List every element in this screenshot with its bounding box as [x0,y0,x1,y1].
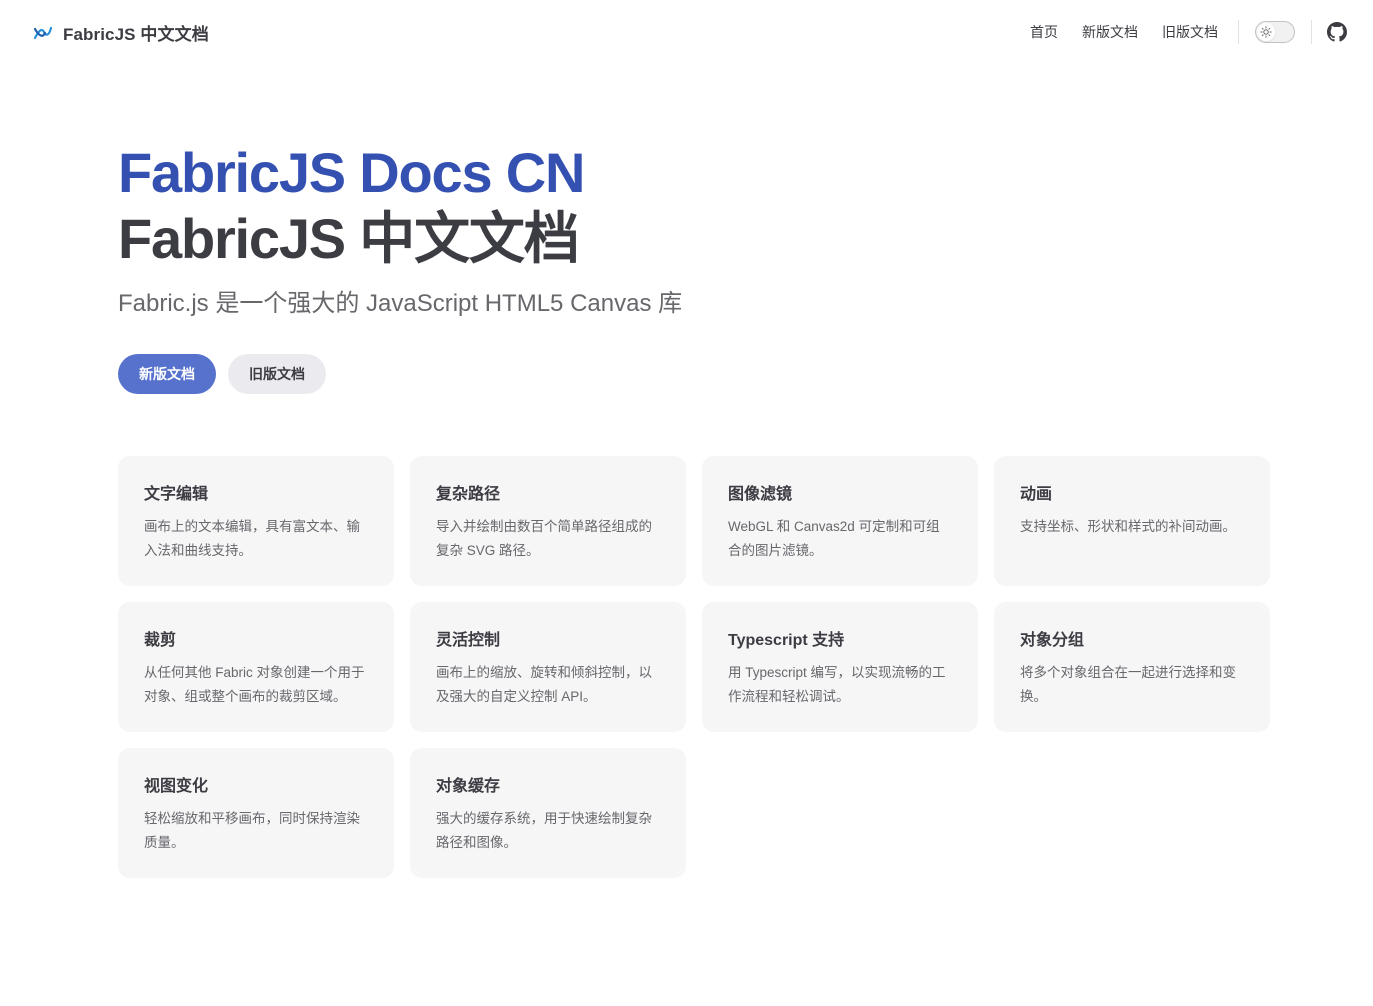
feature-details: 从任何其他 Fabric 对象创建一个用于对象、组或整个画布的裁剪区域。 [144,665,365,704]
feature-card-grouping: 对象分组 将多个对象组合在一起进行选择和变换。 [994,602,1270,732]
feature-title: 灵活控制 [436,632,501,649]
sun-icon [1257,23,1275,41]
github-icon[interactable] [1326,21,1348,43]
new-docs-button[interactable]: 新版文档 [118,354,216,394]
features-grid: 文字编辑 画布上的文本编辑，具有富文本、输入法和曲线支持。 复杂路径 导入并绘制… [118,456,1270,878]
feature-details: 轻松缩放和平移画布，同时保持渲染质量。 [144,811,360,850]
feature-details: 用 Typescript 编写，以实现流畅的工作流程和轻松调试。 [728,665,946,704]
feature-card-text-editing: 文字编辑 画布上的文本编辑，具有富文本、输入法和曲线支持。 [118,456,394,586]
old-docs-button[interactable]: 旧版文档 [228,354,326,394]
nav-menu: 首页 新版文档 旧版文档 [1018,0,1373,64]
nav-link-home[interactable]: 首页 [1018,0,1070,64]
brand-title: FabricJS 中文文档 [63,25,209,44]
feature-details: WebGL 和 Canvas2d 可定制和可组合的图片滤镜。 [728,519,940,558]
nav-divider [1238,20,1239,44]
feature-title: 图像滤镜 [728,486,793,503]
feature-card-controls: 灵活控制 画布上的缩放、旋转和倾斜控制，以及强大的自定义控制 API。 [410,602,686,732]
feature-card-animation: 动画 支持坐标、形状和样式的补间动画。 [994,456,1270,586]
feature-title: 对象分组 [1020,632,1085,649]
feature-title: Typescript 支持 [728,632,845,649]
feature-details: 支持坐标、形状和样式的补间动画。 [1020,519,1236,534]
nav-link-new-docs[interactable]: 新版文档 [1070,0,1150,64]
feature-card-caching: 对象缓存 强大的缓存系统，用于快速绘制复杂路径和图像。 [410,748,686,878]
navbar: FabricJS 中文文档 首页 新版文档 旧版文档 [0,0,1373,64]
feature-title: 动画 [1020,486,1053,503]
hero-name: FabricJS Docs CN [118,141,585,204]
feature-title: 视图变化 [144,778,209,795]
feature-details: 画布上的文本编辑，具有富文本、输入法和曲线支持。 [144,519,360,558]
theme-toggle[interactable] [1255,21,1295,43]
feature-card-typescript: Typescript 支持 用 Typescript 编写，以实现流畅的工作流程… [702,602,978,732]
feature-details: 画布上的缩放、旋转和倾斜控制，以及强大的自定义控制 API。 [436,665,652,704]
feature-title: 复杂路径 [436,486,501,503]
feature-card-viewport: 视图变化 轻松缩放和平移画布，同时保持渲染质量。 [118,748,394,878]
hero: FabricJS Docs CN FabricJS 中文文档 Fabric.js… [118,140,1018,394]
hero-text: FabricJS 中文文档 [118,207,580,270]
feature-card-clipping: 裁剪 从任何其他 Fabric 对象创建一个用于对象、组或整个画布的裁剪区域。 [118,602,394,732]
nav-link-old-docs[interactable]: 旧版文档 [1150,0,1230,64]
feature-details: 强大的缓存系统，用于快速绘制复杂路径和图像。 [436,811,652,850]
feature-details: 将多个对象组合在一起进行选择和变换。 [1020,665,1236,704]
hero-heading: FabricJS Docs CN FabricJS 中文文档 [118,140,1018,272]
feature-title: 文字编辑 [144,486,209,503]
nav-divider [1311,20,1312,44]
feature-title: 裁剪 [144,632,177,649]
brand-link[interactable]: FabricJS 中文文档 [33,20,209,45]
hero-actions: 新版文档 旧版文档 [118,354,1018,394]
feature-details: 导入并绘制由数百个简单路径组成的复杂 SVG 路径。 [436,519,652,558]
hero-tagline: Fabric.js 是一个强大的 JavaScript HTML5 Canvas… [118,290,683,317]
fabric-logo-icon [33,22,53,44]
feature-card-complex-paths: 复杂路径 导入并绘制由数百个简单路径组成的复杂 SVG 路径。 [410,456,686,586]
feature-card-image-filters: 图像滤镜 WebGL 和 Canvas2d 可定制和可组合的图片滤镜。 [702,456,978,586]
feature-title: 对象缓存 [436,778,501,795]
